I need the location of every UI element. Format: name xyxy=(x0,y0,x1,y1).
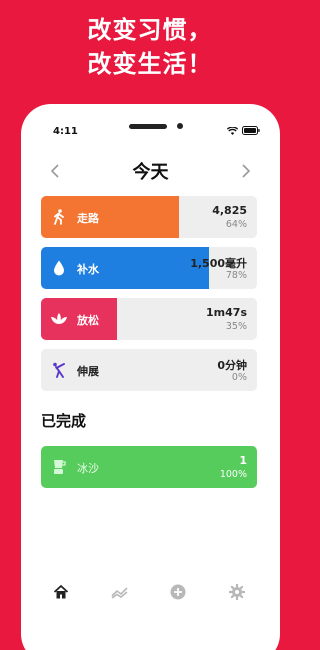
habit-percent: 35% xyxy=(225,321,247,332)
gear-icon xyxy=(229,584,245,600)
habit-row-stretch[interactable]: 伸展 0分钟 0% xyxy=(41,349,257,391)
habit-value: 1 xyxy=(239,454,247,467)
walking-person-icon xyxy=(49,207,69,227)
wifi-icon xyxy=(227,126,238,135)
promo-headline-line1: 改变习惯， xyxy=(87,16,213,44)
habit-row-relax[interactable]: 放松 1m47s 35% xyxy=(41,298,257,340)
habit-name: 冰沙 xyxy=(77,462,99,475)
water-drop-icon xyxy=(49,258,69,278)
completed-section-title: 已完成 xyxy=(41,412,87,430)
habit-name: 放松 xyxy=(77,314,99,327)
habit-value: 1m47s xyxy=(206,306,247,319)
tab-add[interactable] xyxy=(166,580,190,604)
home-icon xyxy=(53,585,69,599)
habit-percent: 100% xyxy=(219,469,247,480)
tab-home[interactable] xyxy=(49,580,73,604)
habit-value: 4,825 xyxy=(212,204,247,217)
habit-row-walk[interactable]: 走路 4,825 64% xyxy=(41,196,257,238)
battery-icon xyxy=(242,126,260,135)
habit-value: 1,500毫升 xyxy=(190,257,247,270)
stretching-person-icon xyxy=(49,360,69,380)
habit-percent: 78% xyxy=(225,270,247,281)
progress-fill xyxy=(41,446,257,488)
habit-percent: 0% xyxy=(231,372,247,383)
status-time: 4:11 xyxy=(53,126,78,137)
habit-name: 伸展 xyxy=(77,365,99,378)
tab-trends[interactable] xyxy=(108,580,132,604)
habit-row-smoothie[interactable]: 冰沙 1 100% xyxy=(41,446,257,488)
lotus-icon xyxy=(49,309,69,329)
habit-name: 走路 xyxy=(77,212,99,225)
habit-percent: 64% xyxy=(225,219,247,230)
next-day-button[interactable] xyxy=(241,162,251,183)
tab-settings[interactable] xyxy=(225,580,249,604)
add-circle-icon xyxy=(170,584,186,600)
habit-row-water[interactable]: 补水 1,500毫升 78% xyxy=(41,247,257,289)
phone-screen: 4:11 今天 走路 4,825 64% 补水 1,500毫升 78% 放松 1… xyxy=(21,104,280,650)
chevron-right-icon xyxy=(242,164,251,178)
habit-value: 0分钟 xyxy=(217,359,247,372)
habit-name: 补水 xyxy=(77,263,99,276)
tab-bar xyxy=(21,580,280,610)
status-icons xyxy=(227,126,260,135)
trend-icon xyxy=(111,587,128,599)
blender-icon xyxy=(49,457,69,477)
speaker-notch xyxy=(129,124,167,129)
camera-notch xyxy=(177,123,183,129)
promo-headline-line2: 改变生活！ xyxy=(87,50,213,78)
